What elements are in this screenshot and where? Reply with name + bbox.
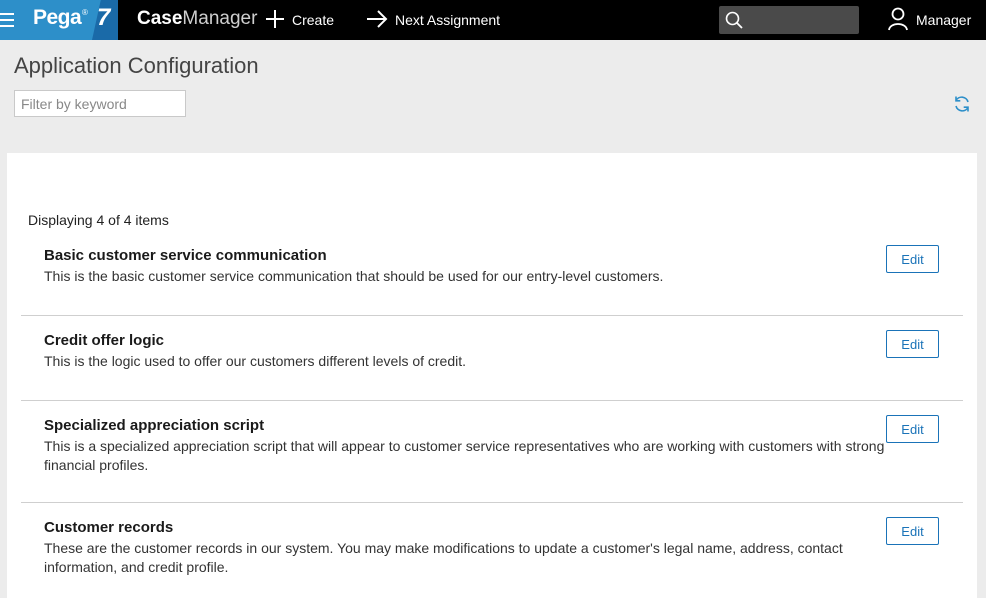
filter-keyword-input[interactable] xyxy=(14,90,186,117)
search-input[interactable] xyxy=(747,10,853,30)
registered-mark: ® xyxy=(82,8,88,17)
hamburger-menu-icon[interactable] xyxy=(0,13,14,27)
list-item: Credit offer logic This is the logic use… xyxy=(21,316,963,401)
search-box[interactable] xyxy=(719,6,859,34)
edit-button[interactable]: Edit xyxy=(886,517,939,545)
create-label: Create xyxy=(292,12,335,28)
list-item: Specialized appreciation script This is … xyxy=(21,401,963,503)
item-title: Specialized appreciation script xyxy=(44,417,265,434)
page-title: Application Configuration xyxy=(14,53,259,78)
item-description: This is the basic customer service commu… xyxy=(44,268,664,284)
configuration-panel: Displaying 4 of 4 items Basic customer s… xyxy=(7,153,977,598)
brand-name: Pega xyxy=(33,6,82,29)
item-description: This is a specialized appreciation scrip… xyxy=(44,438,885,473)
next-assignment-button[interactable]: Next Assignment xyxy=(365,0,500,40)
list-item: Customer records These are the customer … xyxy=(21,503,963,598)
edit-button[interactable]: Edit xyxy=(886,245,939,273)
list-item: Basic customer service communication Thi… xyxy=(21,237,963,316)
user-name: Manager xyxy=(916,12,972,28)
create-button[interactable]: Create xyxy=(264,0,334,40)
item-title: Customer records xyxy=(44,519,174,536)
item-title: Basic customer service communication xyxy=(44,247,327,264)
item-title: Credit offer logic xyxy=(44,332,165,349)
top-bar: Pega ® 7 CaseManager Create Next Assignm… xyxy=(0,0,986,40)
item-description: These are the customer records in our sy… xyxy=(44,540,843,575)
app-name[interactable]: CaseManager xyxy=(137,8,257,30)
edit-button[interactable]: Edit xyxy=(886,415,939,443)
next-assignment-label: Next Assignment xyxy=(395,12,501,28)
plus-icon xyxy=(264,8,286,33)
refresh-icon[interactable] xyxy=(952,94,972,114)
arrow-right-icon xyxy=(365,9,389,32)
search-icon xyxy=(725,11,743,34)
item-count: Displaying 4 of 4 items xyxy=(28,212,169,228)
edit-button[interactable]: Edit xyxy=(886,330,939,358)
item-description: This is the logic used to offer our cust… xyxy=(44,353,467,369)
user-menu[interactable]: Manager xyxy=(888,0,971,40)
brand-version: 7 xyxy=(97,4,111,31)
user-icon xyxy=(888,7,908,34)
